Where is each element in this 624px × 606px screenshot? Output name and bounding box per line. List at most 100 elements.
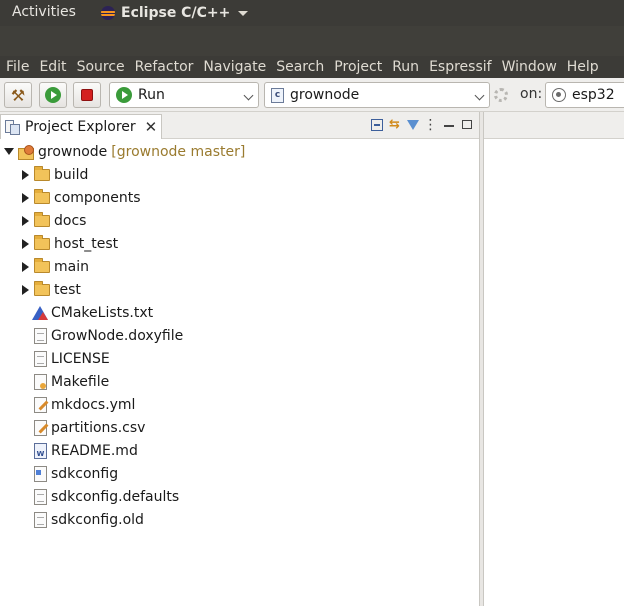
menu-edit[interactable]: Edit [39,59,66,75]
tree-item-folder[interactable]: test [18,278,81,301]
collapsed-arrow-icon[interactable] [21,238,29,249]
project-explorer-icon [5,120,20,135]
collapsed-arrow-icon[interactable] [21,261,29,272]
app-menu[interactable]: Eclipse C/C++ [101,3,249,23]
edit-file-icon [34,396,47,413]
tree-item-project[interactable]: grownode [grownode master] [2,140,245,163]
maximize-icon [461,120,472,129]
launch-mode-value: Run [138,87,165,103]
tree-item-folder[interactable]: build [18,163,88,186]
file-label: mkdocs.yml [51,396,136,413]
hammer-icon: ⚒ [10,85,26,105]
folder-label: build [54,166,89,183]
config-file-icon [34,465,47,482]
launch-target-select[interactable]: esp32 [545,82,624,108]
file-icon [34,511,47,528]
collapse-all-button[interactable] [369,117,384,132]
tree-item-file[interactable]: sdkconfig.defaults [30,485,179,508]
file-icon [34,327,47,344]
tree-item-file[interactable]: CMakeLists.txt [30,301,153,324]
stop-button[interactable] [73,82,101,108]
tree-item-folder[interactable]: host_test [18,232,118,255]
kebab-menu-icon: ⋮ [423,116,438,133]
launch-mode-select[interactable]: Run [109,82,259,108]
chevron-down-icon [474,90,485,101]
menu-help[interactable]: Help [567,59,599,75]
maximize-button[interactable] [459,117,474,132]
folder-label: main [54,258,89,275]
launch-configuration-value: grownode [290,87,360,103]
minimize-button[interactable] [441,117,456,132]
file-label: GrowNode.doxyfile [51,327,184,344]
menu-search[interactable]: Search [276,59,324,75]
launch-target-value: esp32 [572,87,615,103]
tree-item-folder[interactable]: main [18,255,89,278]
filter-button[interactable] [405,117,420,132]
tree-item-file[interactable]: Makefile [30,370,109,393]
menu-refactor[interactable]: Refactor [135,59,194,75]
file-label: CMakeLists.txt [51,304,154,321]
filter-icon [406,119,419,130]
tree-item-file[interactable]: mkdocs.yml [30,393,135,416]
run-icon [45,87,61,103]
file-label: sdkconfig [51,465,119,482]
folder-icon [34,234,50,250]
build-button[interactable]: ⚒ [4,82,32,108]
collapsed-arrow-icon[interactable] [21,215,29,226]
tree-item-file[interactable]: W README.md [30,439,138,462]
tab-project-explorer[interactable]: Project Explorer ✕ [0,114,162,139]
collapsed-arrow-icon[interactable] [21,192,29,203]
collapsed-arrow-icon[interactable] [21,284,29,295]
tree-item-file[interactable]: partitions.csv [30,416,145,439]
close-icon[interactable]: ✕ [145,120,158,135]
launch-configuration-select[interactable]: c grownode [264,82,490,108]
link-with-editor-button[interactable]: ⇆ [387,117,402,132]
expanded-arrow-icon[interactable] [4,148,14,155]
caret-down-icon [238,10,249,16]
project-name: grownode [38,143,108,160]
git-branch-decoration: [grownode master] [111,143,246,160]
menu-window[interactable]: Window [502,59,557,75]
folder-icon [34,257,50,273]
menu-source[interactable]: Source [77,59,125,75]
file-label: partitions.csv [51,419,146,436]
app-name: Eclipse C/C++ [121,5,231,21]
tree-item-file[interactable]: LICENSE [30,347,110,370]
c-project-icon: c [271,87,284,103]
edit-file-icon [34,419,47,436]
project-explorer-header: Project Explorer ✕ ⇆ ⋮ [0,112,479,139]
chevron-down-icon [243,90,254,101]
folder-icon [34,280,50,296]
tree-item-folder[interactable]: docs [18,209,86,232]
tree-item-file[interactable]: GrowNode.doxyfile [30,324,183,347]
markdown-file-icon: W [34,442,47,459]
gnome-top-bar: Activities Eclipse C/C++ [0,0,624,26]
folder-label: docs [54,212,87,229]
project-explorer-view: Project Explorer ✕ ⇆ ⋮ grownode [grownod… [0,112,480,606]
file-icon [34,488,47,505]
menu-navigate[interactable]: Navigate [203,59,266,75]
tree-item-file[interactable]: sdkconfig.old [30,508,144,531]
esp-project-icon [18,144,34,160]
collapse-all-icon [370,118,383,131]
run-mode-icon [116,87,132,103]
window-title-strip [0,26,624,56]
tree-item-folder[interactable]: components [18,186,141,209]
menu-project[interactable]: Project [334,59,382,75]
target-icon [552,88,566,102]
collapsed-arrow-icon[interactable] [21,169,29,180]
activities-button[interactable]: Activities [12,4,76,20]
editor-header [484,112,624,139]
gear-icon[interactable] [494,88,508,102]
file-label: sdkconfig.defaults [51,488,180,505]
menu-run[interactable]: Run [392,59,419,75]
view-menu-button[interactable]: ⋮ [423,117,438,132]
launch-button[interactable] [39,82,67,108]
file-label: Makefile [51,373,110,390]
tab-title: Project Explorer [25,119,136,135]
menu-espressif[interactable]: Espressif [429,59,492,75]
menu-file[interactable]: File [6,59,29,75]
file-label: LICENSE [51,350,110,367]
stop-icon [81,89,93,101]
tree-item-file[interactable]: sdkconfig [30,462,118,485]
